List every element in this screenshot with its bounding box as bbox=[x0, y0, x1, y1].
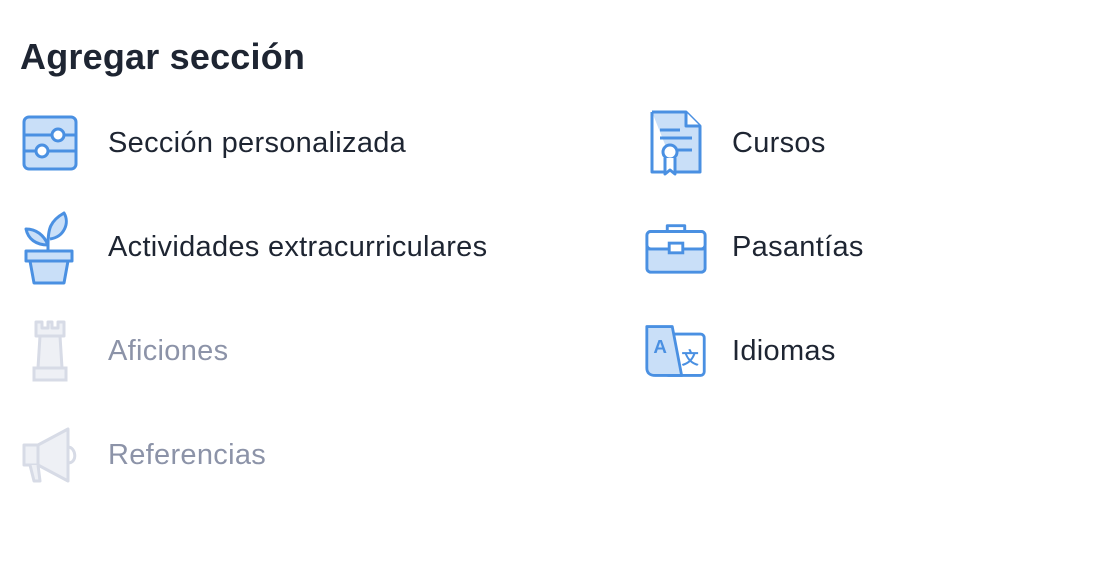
add-section-languages[interactable]: A 文 Idiomas bbox=[644, 315, 836, 387]
section-label: Referencias bbox=[108, 438, 267, 471]
sliders-icon bbox=[20, 107, 84, 179]
page-title: Agregar sección bbox=[20, 36, 306, 77]
section-label: Actividades extracurriculares bbox=[108, 230, 488, 263]
section-label: Cursos bbox=[732, 126, 826, 159]
add-section-custom[interactable]: Sección personalizada bbox=[20, 107, 406, 179]
chess-rook-icon bbox=[20, 315, 84, 387]
plant-pot-icon bbox=[20, 211, 84, 285]
svg-text:A: A bbox=[653, 336, 667, 357]
svg-text:文: 文 bbox=[682, 348, 700, 368]
translate-icon: A 文 bbox=[644, 315, 708, 387]
add-section-hobbies[interactable]: Aficiones bbox=[20, 315, 228, 387]
section-label: Idiomas bbox=[732, 334, 836, 367]
add-section-internships[interactable]: Pasantías bbox=[644, 211, 864, 283]
section-label: Pasantías bbox=[732, 230, 864, 263]
add-section-courses[interactable]: Cursos bbox=[644, 107, 826, 179]
megaphone-icon bbox=[20, 419, 84, 491]
section-label: Aficiones bbox=[108, 334, 229, 367]
section-label: Sección personalizada bbox=[108, 126, 407, 159]
add-section-references[interactable]: Referencias bbox=[20, 419, 266, 491]
certificate-icon bbox=[644, 107, 708, 179]
add-section-extracurricular[interactable]: Actividades extracurriculares bbox=[20, 211, 488, 285]
briefcase-icon bbox=[644, 211, 708, 283]
